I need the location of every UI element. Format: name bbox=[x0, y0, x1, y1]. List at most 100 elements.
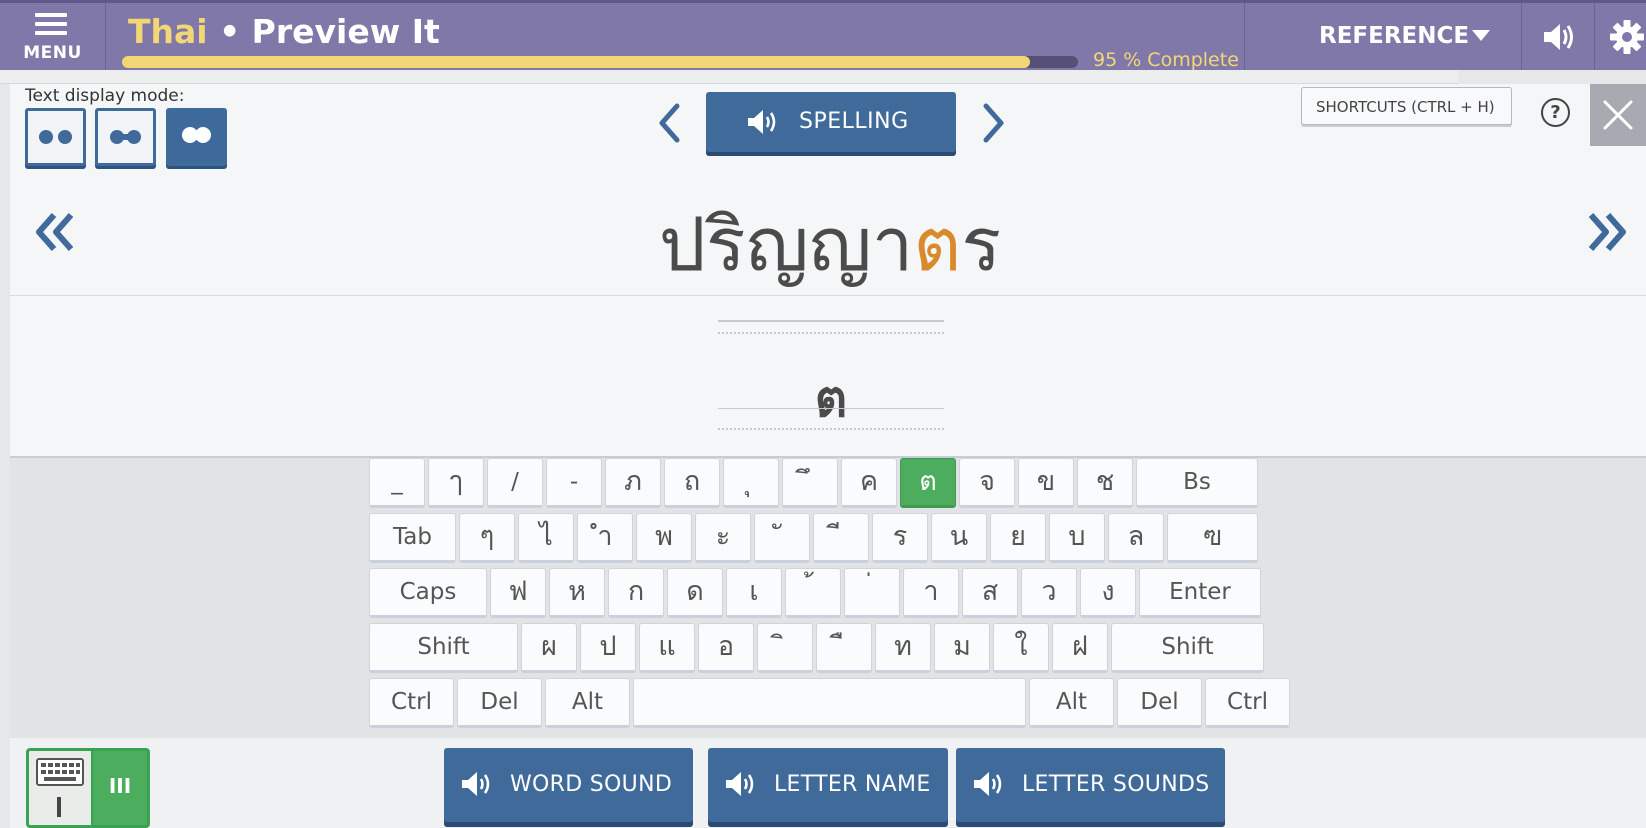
key-thai-char[interactable]: ใ bbox=[993, 623, 1049, 673]
display-mode-separate-button[interactable] bbox=[25, 108, 86, 166]
key-caps[interactable]: Caps bbox=[369, 568, 487, 618]
key-thai-char[interactable]: ั bbox=[754, 513, 810, 563]
key-shift[interactable]: Shift bbox=[369, 623, 518, 673]
key-symbol[interactable]: _ bbox=[369, 458, 425, 508]
key-thai-char[interactable]: ิ bbox=[757, 623, 813, 673]
key-thai-char[interactable]: ฝ bbox=[1052, 623, 1108, 673]
key-thai-char[interactable]: ว bbox=[1021, 568, 1077, 618]
handwriting-mode-icon: III bbox=[91, 751, 147, 825]
guide-line bbox=[718, 320, 944, 322]
key-del[interactable]: Del bbox=[1117, 678, 1202, 728]
key-thai-char[interactable]: ท bbox=[875, 623, 931, 673]
answer-input-area[interactable]: ต bbox=[718, 320, 944, 432]
audio-button[interactable] bbox=[1522, 3, 1594, 70]
word-suffix: ร bbox=[961, 202, 1002, 288]
reference-dropdown[interactable]: REFERENCE bbox=[1245, 3, 1521, 70]
spelling-button[interactable]: SPELLING bbox=[706, 92, 956, 152]
word-sound-button[interactable]: WORD SOUND bbox=[444, 748, 693, 822]
key-thai-char[interactable]: ะ bbox=[695, 513, 751, 563]
previous-mode-button[interactable] bbox=[652, 100, 688, 146]
key-ctrl[interactable]: Ctrl bbox=[1205, 678, 1290, 728]
title-separator: • bbox=[207, 12, 252, 51]
progress-text: 95 % Complete bbox=[1093, 49, 1239, 71]
key-thai-char[interactable]: ต bbox=[900, 458, 956, 508]
key-thai-char[interactable]: ภ bbox=[605, 458, 661, 508]
key-thai-char[interactable]: ไ bbox=[518, 513, 574, 563]
key-alt[interactable]: Alt bbox=[1029, 678, 1114, 728]
guide-line bbox=[718, 428, 944, 430]
keyboard-toggle[interactable]: III bbox=[26, 748, 150, 828]
key-shift[interactable]: Shift bbox=[1111, 623, 1264, 673]
key-thai-char[interactable]: ฟ bbox=[490, 568, 546, 618]
key-thai-char[interactable]: ำ bbox=[577, 513, 633, 563]
chevron-right-icon bbox=[983, 103, 1004, 143]
key-del[interactable]: Del bbox=[457, 678, 542, 728]
key-thai-char[interactable]: ง bbox=[1080, 568, 1136, 618]
letter-sounds-button[interactable]: LETTER SOUNDS bbox=[956, 748, 1225, 822]
key-thai-char[interactable]: ฃ bbox=[1167, 513, 1258, 563]
key-thai-char[interactable]: น bbox=[931, 513, 987, 563]
key-thai-char[interactable]: ย bbox=[990, 513, 1046, 563]
letter-sounds-label: LETTER SOUNDS bbox=[1022, 772, 1210, 797]
letter-name-button[interactable]: LETTER NAME bbox=[708, 748, 948, 822]
key-alt[interactable]: Alt bbox=[545, 678, 630, 728]
subheader-strip bbox=[0, 70, 1458, 84]
display-mode-joined-button[interactable] bbox=[166, 108, 227, 166]
word-prefix: ปริญญา bbox=[658, 202, 914, 288]
settings-button[interactable] bbox=[1595, 3, 1646, 70]
key-thai-char[interactable]: ข bbox=[1018, 458, 1074, 508]
letter-name-label: LETTER NAME bbox=[774, 772, 931, 797]
key-thai-char[interactable]: า bbox=[903, 568, 959, 618]
key-enter[interactable]: Enter bbox=[1139, 568, 1261, 618]
next-word-button[interactable] bbox=[1584, 205, 1630, 259]
help-icon[interactable]: ? bbox=[1541, 98, 1570, 127]
key-thai-char[interactable]: ห bbox=[549, 568, 605, 618]
menu-button[interactable]: MENU bbox=[0, 3, 106, 70]
text-display-mode-label: Text display mode: bbox=[25, 86, 185, 106]
display-mode-linked-button[interactable] bbox=[95, 108, 156, 166]
key-thai-char[interactable]: แ bbox=[639, 623, 695, 673]
key-thai-char[interactable]: ด bbox=[667, 568, 723, 618]
key-space[interactable] bbox=[633, 678, 1026, 728]
progress-bar bbox=[122, 56, 1078, 68]
previous-word-button[interactable] bbox=[32, 205, 78, 259]
key-thai-char[interactable]: ค bbox=[841, 458, 897, 508]
guide-line bbox=[718, 408, 944, 409]
key-thai-char[interactable]: อ bbox=[698, 623, 754, 673]
key-thai-char[interactable]: ้ bbox=[785, 568, 841, 618]
key-thai-char[interactable]: ี bbox=[813, 513, 869, 563]
key-thai-char[interactable]: ม bbox=[934, 623, 990, 673]
key-thai-char[interactable]: ่ bbox=[844, 568, 900, 618]
chevron-left-icon bbox=[659, 103, 680, 143]
key-thai-char[interactable]: ล bbox=[1108, 513, 1164, 563]
hamburger-icon bbox=[35, 13, 67, 37]
title-language: Thai bbox=[128, 12, 208, 51]
key-thai-char[interactable]: ๆ bbox=[459, 513, 515, 563]
key-symbol[interactable]: - bbox=[546, 458, 602, 508]
close-button[interactable] bbox=[1590, 84, 1646, 146]
key-symbol[interactable]: / bbox=[487, 458, 543, 508]
keyboard-row: Capsฟหกดเ้่าสวงEnter bbox=[369, 568, 1261, 618]
key-thai-char[interactable]: บ bbox=[1049, 513, 1105, 563]
key-thai-char[interactable]: ึ bbox=[782, 458, 838, 508]
key-thai-char[interactable]: ช bbox=[1077, 458, 1133, 508]
key-thai-char[interactable]: ๅ bbox=[428, 458, 484, 508]
key-bs[interactable]: Bs bbox=[1136, 458, 1258, 508]
key-ctrl[interactable]: Ctrl bbox=[369, 678, 454, 728]
shortcuts-button[interactable]: SHORTCUTS (CTRL + H) bbox=[1301, 87, 1512, 125]
key-thai-char[interactable]: ื bbox=[816, 623, 872, 673]
key-thai-char[interactable]: จ bbox=[959, 458, 1015, 508]
key-thai-char[interactable]: ส bbox=[962, 568, 1018, 618]
key-thai-char[interactable]: ุ bbox=[723, 458, 779, 508]
keyboard-icon bbox=[29, 751, 91, 825]
key-thai-char[interactable]: ผ bbox=[521, 623, 577, 673]
key-thai-char[interactable]: ก bbox=[608, 568, 664, 618]
key-thai-char[interactable]: ร bbox=[872, 513, 928, 563]
key-thai-char[interactable]: ป bbox=[580, 623, 636, 673]
page-title: Thai • Preview It bbox=[128, 12, 440, 51]
key-thai-char[interactable]: ถ bbox=[664, 458, 720, 508]
next-mode-button[interactable] bbox=[975, 100, 1011, 146]
key-thai-char[interactable]: เ bbox=[726, 568, 782, 618]
key-tab[interactable]: Tab bbox=[369, 513, 456, 563]
key-thai-char[interactable]: พ bbox=[636, 513, 692, 563]
